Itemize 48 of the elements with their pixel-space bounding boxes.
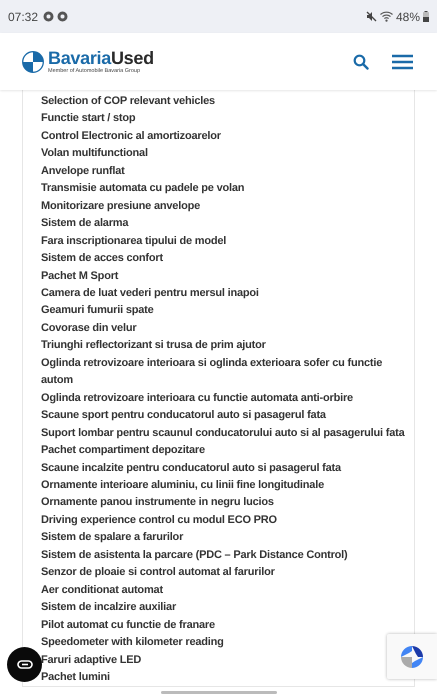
feature-item: Functie start / stop: [41, 111, 136, 126]
wifi-icon: [380, 11, 393, 22]
feature-item: Selection of COP relevant vehicles: [41, 94, 216, 109]
feature-item: Pilot automat cu functie de franare: [41, 618, 216, 633]
feature-item: Fara inscriptionarea tipului de model: [41, 234, 228, 249]
feature-item: Senzor de ploaie si control automat al farurilor: [41, 565, 276, 580]
feature-item: Sistem de incalzire auxiliar: [41, 600, 178, 616]
feature-item: Scaune sport pentru conducatorul auto si pasagerul fata: [41, 408, 327, 424]
feature-item: Monitorizare presiune anvelope: [41, 198, 202, 214]
feature-item: Geamuri fumurii spate: [41, 303, 155, 318]
feature-item: Aer conditionat automat: [41, 582, 164, 598]
feature-item: Suport lombar pentru scaunul conducatorului auto si al pasagerului fata: [41, 426, 406, 441]
feature-item: Control Electronic al amortizoarelor: [41, 128, 222, 144]
feature-item: Oglinda retrovizoare interioara si oglinda exterioara sofer cu functie autom: [41, 356, 384, 388]
feature-item: Pachet M Sport: [41, 268, 120, 284]
app-notification-icon: [57, 11, 68, 22]
feature-item: Sistem de alarma: [41, 216, 130, 232]
feature-item: Covorase din velur: [41, 320, 138, 336]
brand-name[interactable]: BavariaUsed: [48, 48, 154, 68]
feature-item: Faruri adaptive LED: [41, 652, 142, 668]
feature-item: Anvelope runflat: [41, 164, 126, 179]
feature-item: Transmisie automata cu padele pe volan: [41, 181, 246, 196]
floating-action-button[interactable]: [7, 647, 42, 682]
feature-item: Triunghi reflectorizant si trusa de prim ajutor: [41, 338, 267, 354]
logo-icon[interactable]: [22, 50, 44, 72]
feature-item: Sistem de spalare a farurilor: [41, 530, 184, 546]
search-icon[interactable]: [353, 54, 369, 70]
navigation-handle[interactable]: [160, 690, 276, 694]
app-notification-icon: [43, 11, 54, 22]
feature-item: Driving experience control cu modul ECO PRO: [41, 512, 278, 528]
link-icon: [16, 660, 32, 669]
feature-item: Sistem de acces confort: [41, 251, 164, 266]
feature-item: Sistem de asistenta la parcare (PDC – Park Distance Control): [41, 548, 349, 563]
feature-item: Camera de luat vederi pentru mersul inapoi: [41, 286, 260, 301]
battery-icon: [423, 11, 429, 22]
mute-icon: [366, 11, 377, 22]
feature-item: Speedometer with kilometer reading: [41, 635, 225, 650]
clock: 07:32: [8, 10, 38, 24]
feature-item: Ornamente interioare aluminiu, cu linii fine longitudinale: [41, 478, 325, 493]
feature-item: Oglinda retrovizoare interioara cu functie automata anti-orbire: [41, 390, 354, 406]
feature-item: Pachet lumini: [41, 670, 111, 685]
feature-item: Pachet compartiment depozitare: [41, 443, 206, 458]
recaptcha-badge[interactable]: [387, 634, 437, 679]
feature-item: Scaune incalzite pentru conducatorul auto si pasagerul fata: [41, 460, 342, 476]
feature-item: Ornamente panou instrumente in negru lucios: [41, 495, 275, 510]
feature-item: Volan multifunctional: [41, 146, 149, 162]
battery-level: 48%: [396, 10, 420, 24]
menu-icon[interactable]: [392, 54, 413, 70]
